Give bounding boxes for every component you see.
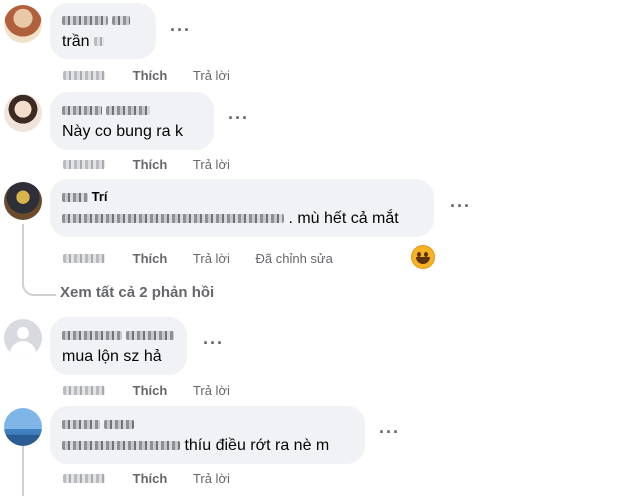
reply-button[interactable]: Trả lời: [193, 471, 230, 486]
timestamp[interactable]: [63, 71, 105, 81]
comment-bubble: Này co bung ra k: [50, 92, 214, 150]
reply-button[interactable]: Trả lời: [193, 383, 230, 398]
like-button[interactable]: Thích: [133, 157, 168, 172]
more-options-icon[interactable]: ···: [379, 422, 400, 443]
like-button[interactable]: Thích: [133, 383, 168, 398]
timestamp[interactable]: [63, 254, 105, 264]
edited-label[interactable]: Đã chỉnh sửa: [255, 251, 332, 266]
commenter-name[interactable]: [62, 12, 130, 27]
comment-bubble: thíu điều rớt ra nè m: [50, 406, 365, 464]
timestamp[interactable]: [63, 474, 105, 484]
thread-connector: [22, 224, 56, 296]
comment-actions: Thích Trả lời: [63, 67, 230, 83]
comment-text: . mù hết cả mắt: [62, 210, 399, 228]
commenter-name[interactable]: [62, 102, 150, 117]
like-button[interactable]: Thích: [133, 68, 168, 83]
comment-text: mua lộn sz hả: [62, 348, 162, 365]
timestamp[interactable]: [63, 386, 105, 396]
haha-emoji-icon[interactable]: [411, 245, 435, 269]
commenter-name[interactable]: Trí: [62, 189, 108, 204]
comment-text: trần: [62, 33, 105, 51]
commenter-avatar[interactable]: [4, 5, 42, 43]
comment-bubble: mua lộn sz hả: [50, 317, 187, 375]
more-options-icon[interactable]: ···: [450, 196, 471, 217]
like-button[interactable]: Thích: [133, 251, 168, 266]
reply-button[interactable]: Trả lời: [193, 157, 230, 172]
comment-actions: Thích Trả lời: [63, 382, 230, 398]
comment-text: thíu điều rớt ra nè m: [62, 437, 329, 455]
commenter-avatar[interactable]: [4, 182, 42, 220]
comment-actions: Thích Trả lời Đã chỉnh sửa: [63, 250, 333, 266]
comment-bubble: trần: [50, 3, 156, 59]
default-avatar-icon[interactable]: [4, 319, 42, 357]
comment-bubble: Trí . mù hết cả mắt: [50, 179, 434, 237]
commenter-name[interactable]: [62, 327, 174, 342]
comment-actions: Thích Trả lời: [63, 156, 230, 172]
view-replies-link[interactable]: Xem tất cả 2 phản hồi: [60, 284, 214, 301]
commenter-name[interactable]: [62, 416, 134, 431]
comment-actions: Thích Trả lời: [63, 470, 230, 486]
commenter-avatar[interactable]: [4, 408, 42, 446]
reply-button[interactable]: Trả lời: [193, 68, 230, 83]
thread-connector: [22, 446, 24, 496]
reply-button[interactable]: Trả lời: [193, 251, 230, 266]
more-options-icon[interactable]: ···: [203, 333, 224, 354]
more-options-icon[interactable]: ···: [228, 108, 249, 129]
timestamp[interactable]: [63, 160, 105, 170]
like-button[interactable]: Thích: [133, 471, 168, 486]
commenter-avatar[interactable]: [4, 94, 42, 132]
more-options-icon[interactable]: ···: [170, 20, 191, 41]
comment-text: Này co bung ra k: [62, 123, 183, 140]
